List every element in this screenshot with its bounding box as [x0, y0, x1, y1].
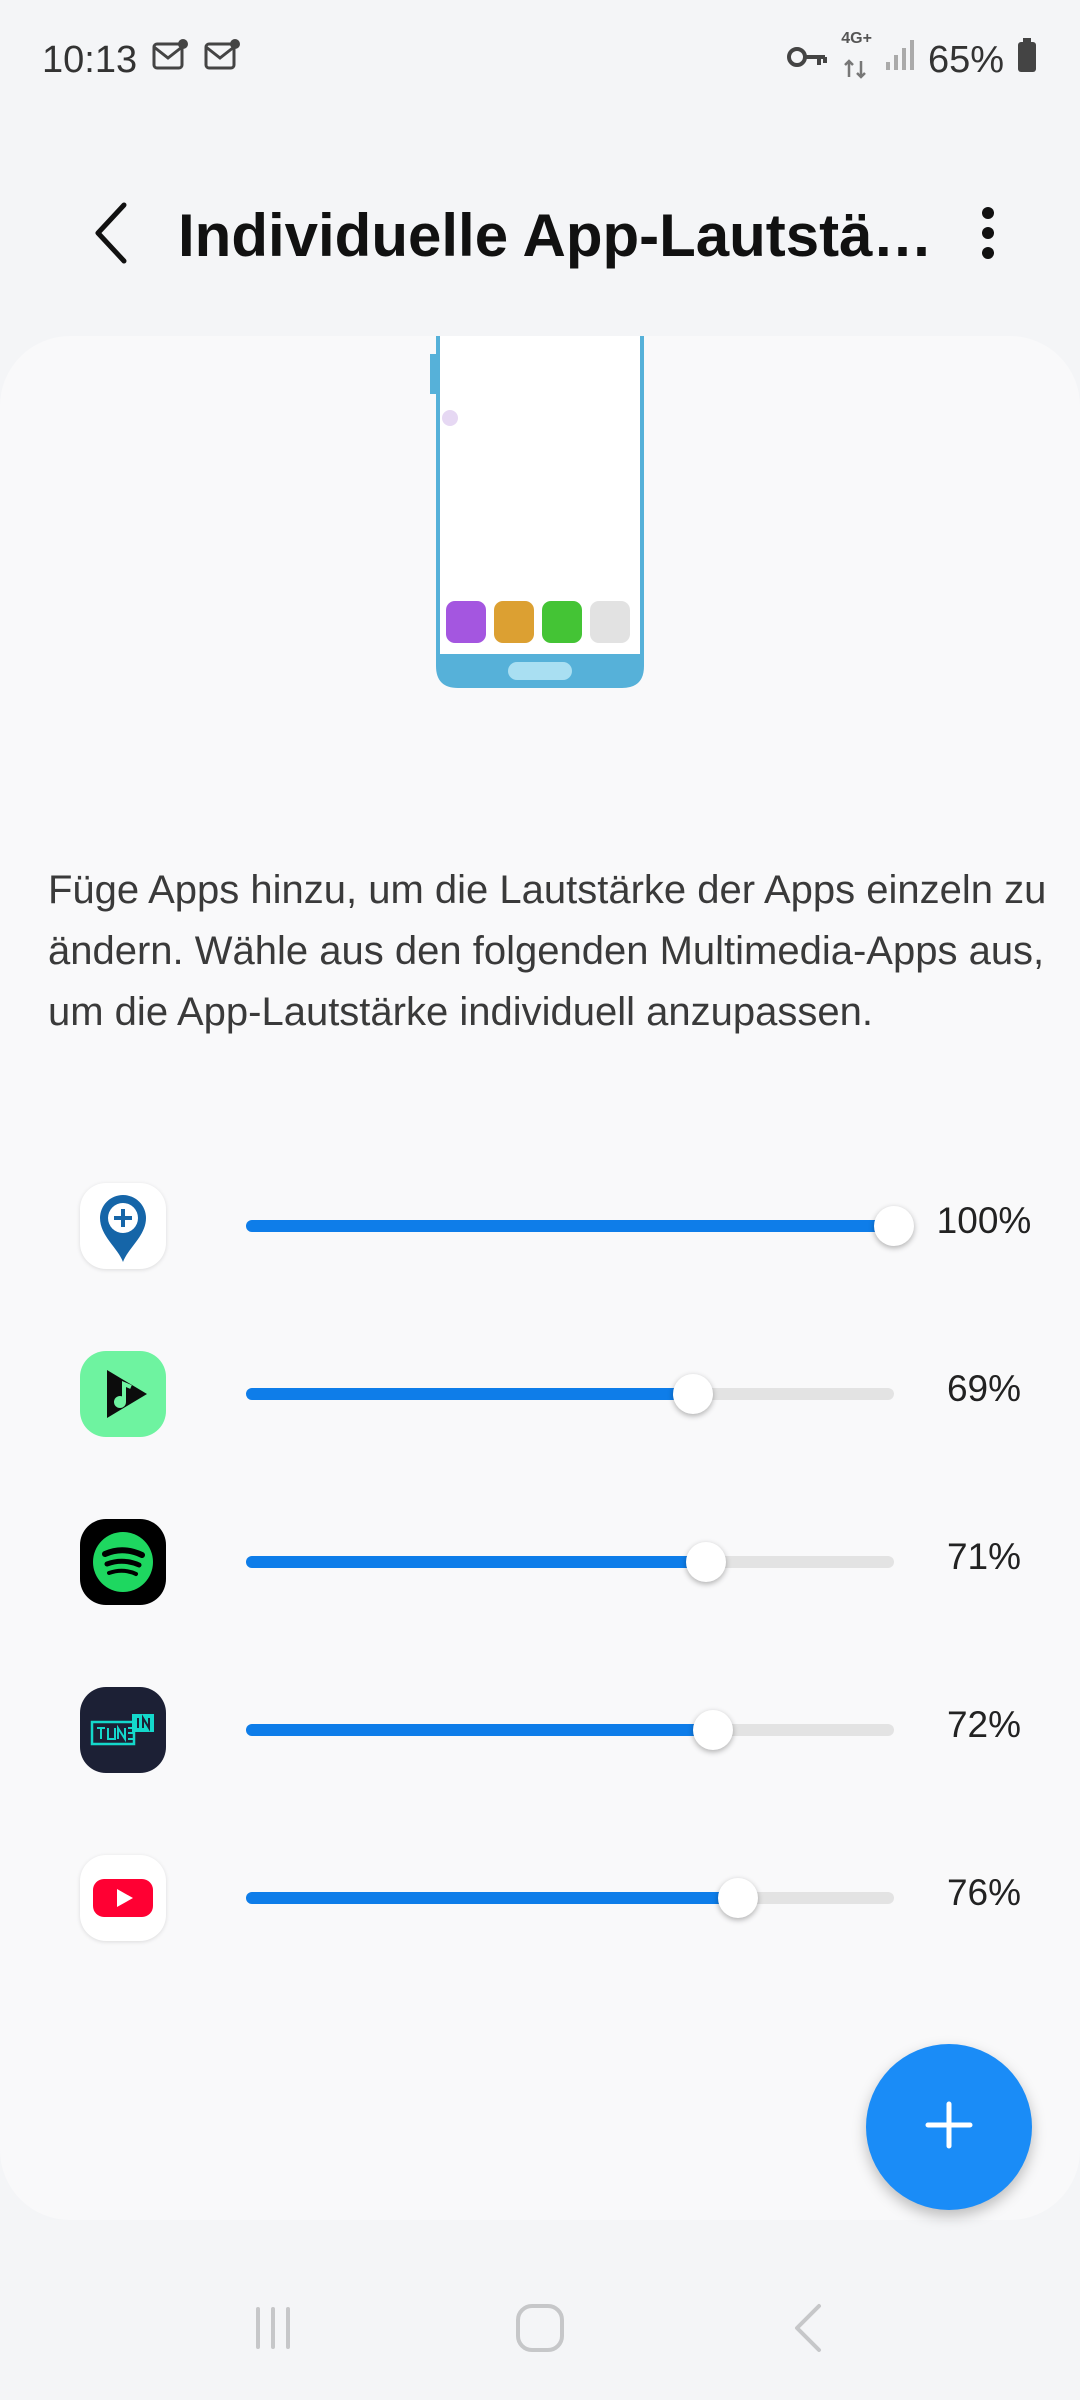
phone-illustration [430, 336, 650, 696]
vpn-key-icon [787, 39, 829, 82]
home-icon [512, 2300, 568, 2361]
plus-icon [924, 2100, 974, 2155]
more-vertical-icon [981, 206, 995, 265]
network-4g-icon: 4G+ [841, 30, 872, 89]
slider-fill [246, 1220, 894, 1232]
slider-fill [246, 1388, 694, 1400]
status-time: 10:13 [42, 38, 138, 81]
chevron-left-icon [90, 201, 130, 270]
slider-fill [246, 1724, 713, 1736]
volume-percent: 69% [946, 1368, 1022, 1409]
music-play-icon [80, 1351, 166, 1437]
volume-slider[interactable] [246, 1878, 894, 1918]
signal-icon [884, 38, 916, 82]
description-text: Füge Apps hinzu, um die Lautstärke der A… [48, 868, 1047, 1034]
tunein-icon [80, 1687, 166, 1773]
slider-fill [246, 1556, 707, 1568]
volume-slider[interactable] [246, 1206, 914, 1246]
app-bar: Individuelle App-Lautstärke [0, 170, 1080, 300]
slider-thumb[interactable] [692, 1710, 733, 1750]
back-icon [787, 2300, 827, 2361]
app-volume-row: 72% [0, 1654, 1080, 1804]
volume-percent: 71% [946, 1536, 1022, 1577]
page-title: Individuelle App-Lautstärke [178, 201, 938, 269]
more-options-button[interactable] [948, 175, 1028, 295]
home-button[interactable] [480, 2270, 600, 2390]
system-navigation-bar [0, 2260, 1080, 2400]
slider-fill [246, 1892, 739, 1904]
slider-thumb[interactable] [874, 1206, 914, 1246]
slider-thumb[interactable] [673, 1374, 714, 1414]
app-volume-row: 76% [0, 1822, 1080, 1972]
spotify-icon [80, 1519, 166, 1605]
volume-slider[interactable] [246, 1374, 894, 1414]
app-volume-row: 100% [0, 1150, 1080, 1300]
mail-icon [151, 38, 189, 82]
app-volume-row: 69% [0, 1318, 1080, 1468]
slider-thumb[interactable] [686, 1542, 727, 1582]
volume-slider[interactable] [246, 1542, 894, 1582]
recents-button[interactable] [213, 2270, 333, 2390]
volume-percent: 76% [946, 1872, 1022, 1913]
nav-back-button[interactable] [747, 2270, 867, 2390]
volume-percent: 72% [946, 1704, 1022, 1745]
volume-slider[interactable] [246, 1710, 894, 1750]
back-button[interactable] [50, 175, 170, 295]
app-volume-row: 71% [0, 1486, 1080, 1636]
slider-thumb[interactable] [718, 1878, 759, 1918]
add-app-button[interactable] [866, 2044, 1032, 2210]
battery-percent: 65% [927, 38, 1004, 81]
youtube-icon [80, 1855, 166, 1941]
location-pin-icon [80, 1183, 166, 1269]
status-bar: 10:13 4G+ 65% [0, 0, 1080, 120]
volume-percent: 100% [936, 1200, 1032, 1241]
recents-icon [248, 2303, 298, 2358]
mail-icon [203, 38, 241, 82]
battery-icon [1016, 37, 1038, 83]
